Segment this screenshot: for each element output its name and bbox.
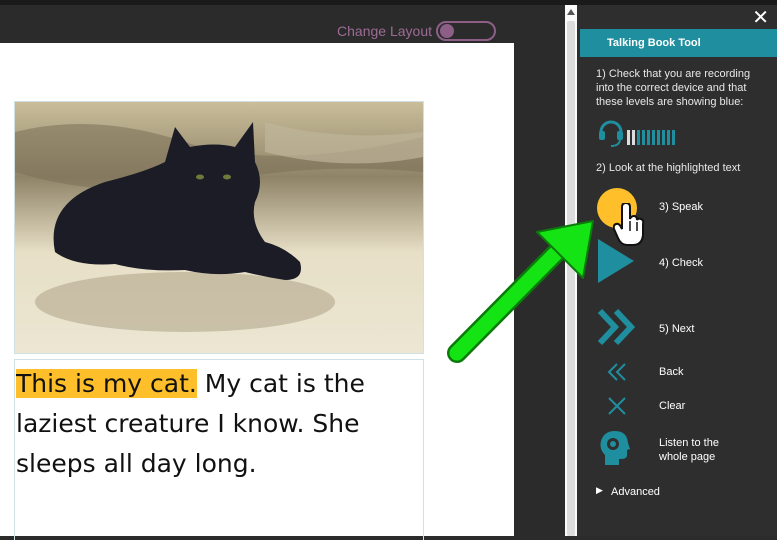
green-arrow-annotation [447,220,594,363]
check-label: 4) Check [659,257,704,269]
cat-photo-image [15,102,423,353]
advanced-toggle[interactable]: Advanced [611,486,660,498]
layout-toggle-switch[interactable] [436,21,496,41]
listen-label: Listen to the whole page [659,437,719,463]
scroll-up-arrow[interactable] [567,9,575,15]
panel-header: Talking Book Tool [580,29,777,57]
talking-book-tool-panel: ✕ Talking Book Tool 1) Check that you ar… [577,5,777,536]
text-line-3: sleeps all day long. [16,449,257,478]
text-box[interactable]: This is my cat. My cat is the laziest cr… [14,359,424,540]
audio-level-meter [627,129,677,151]
panel-title: Talking Book Tool [607,37,701,49]
instruction-check-device: 1) Check that you are recording into the… [596,68,751,108]
change-layout-label: Change Layout [337,23,432,39]
change-layout-toggle[interactable]: Change Layout [337,21,496,41]
back-chevrons-icon[interactable] [607,363,629,386]
instruction-look-text: 2) Look at the highlighted text [596,162,741,174]
listen-head-icon[interactable] [599,429,631,472]
clear-label: Clear [659,400,686,412]
close-icon[interactable]: ✕ [752,5,769,30]
highlighted-sentence: This is my cat. [16,369,197,398]
clear-x-icon[interactable] [607,396,627,421]
speak-label: 3) Speak [659,201,704,213]
book-page: This is my cat. My cat is the laziest cr… [0,43,514,540]
toggle-knob [440,24,454,38]
cat-picture[interactable] [14,101,424,354]
book-text: This is my cat. My cat is the laziest cr… [16,364,423,484]
back-label: Back [659,366,684,378]
next-label: 5) Next [659,323,695,335]
text-line-2: laziest creature I know. She [16,409,360,438]
advanced-triangle-icon[interactable]: ▶ [596,485,603,496]
text-line-1-rest: My cat is the [196,369,365,398]
